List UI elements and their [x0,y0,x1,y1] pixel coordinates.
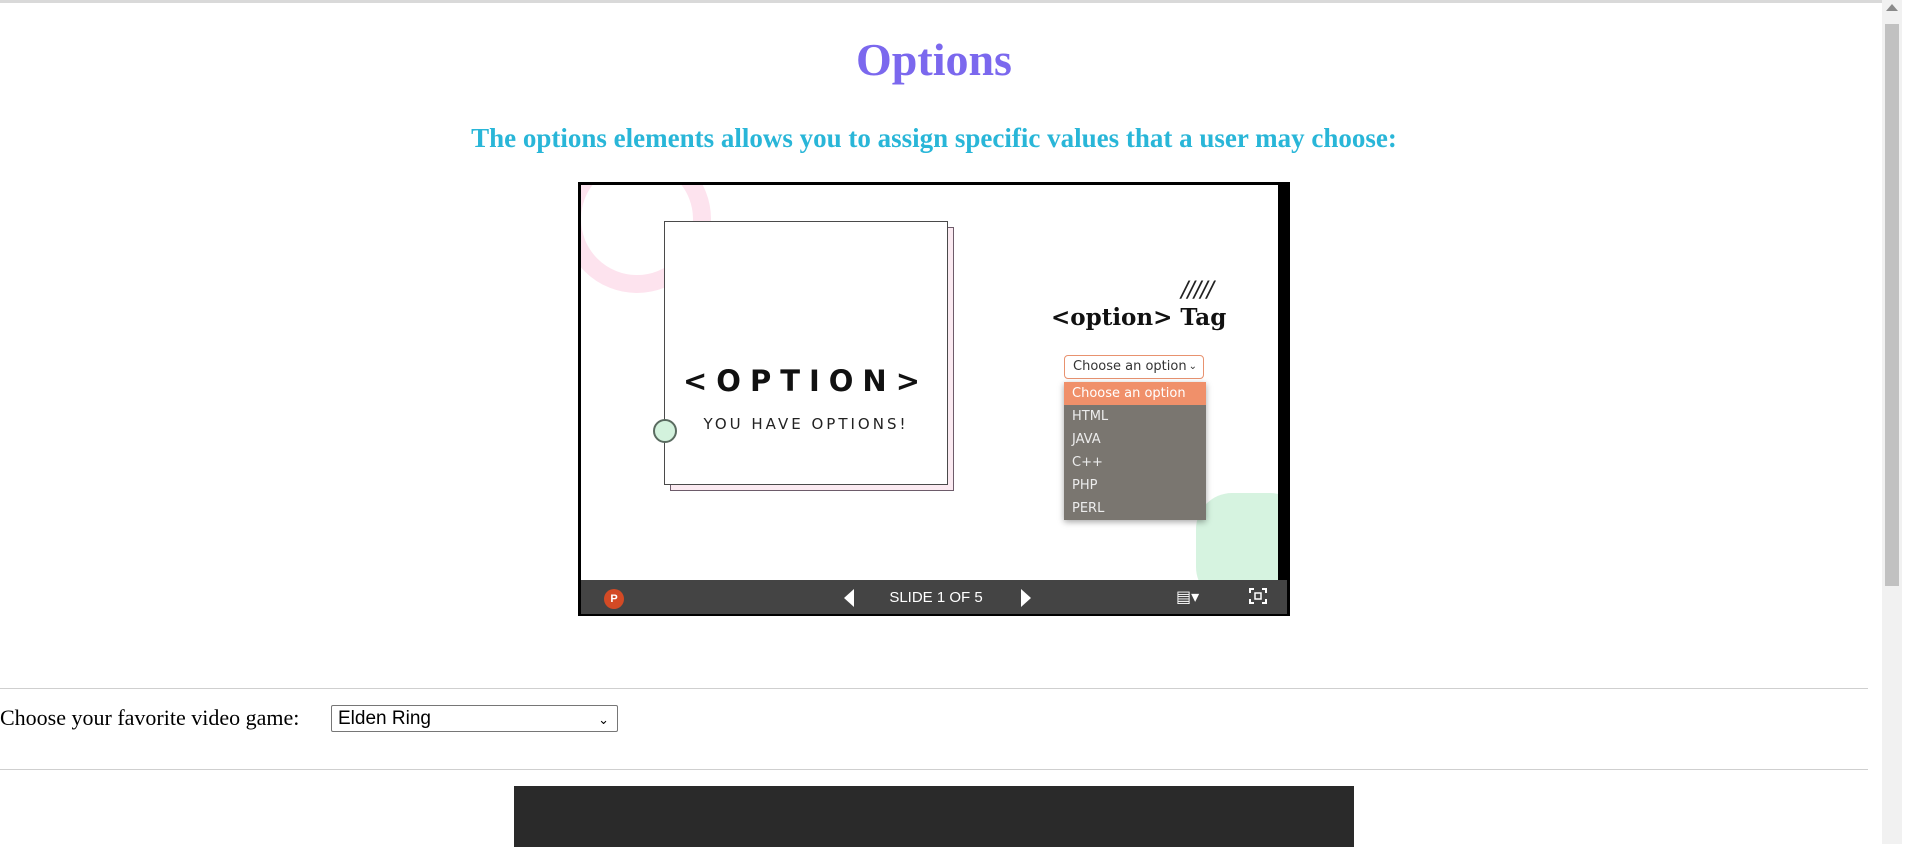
tag-heading: <option> Tag [1051,304,1227,331]
chevron-down-icon: ⌄ [1188,361,1197,372]
option-item: HTML [1072,409,1109,424]
scroll-thumb[interactable] [1885,24,1899,586]
decorative-slashes: ///// [1181,278,1214,303]
divider [0,688,1868,689]
title-card: <OPTION> YOU HAVE OPTIONS! [664,221,948,485]
decorative-blob [1196,493,1278,580]
page-subtitle: The options elements allows you to assig… [471,123,1397,153]
page-title: Options [856,34,1012,85]
decorative-dot [653,419,677,443]
page-content: Options The options elements allows you … [0,3,1882,847]
example-select: Choose an option ⌄ [1064,355,1204,379]
fullscreen-icon[interactable] [1249,588,1267,604]
example-option-list: Choose an option HTML JAVA C++ PHP PERL [1064,382,1206,520]
option-item: C++ [1072,455,1103,470]
powerpoint-icon[interactable]: P [604,589,624,609]
option-item: PERL [1072,501,1105,516]
slide-viewer[interactable]: <OPTION> YOU HAVE OPTIONS! ///// <option… [578,182,1290,616]
option-item: PHP [1072,478,1098,493]
slide-canvas: <OPTION> YOU HAVE OPTIONS! ///// <option… [581,185,1278,580]
option-item: JAVA [1072,432,1101,447]
card-title: <OPTION> [683,364,929,398]
vertical-scrollbar[interactable] [1882,0,1902,844]
notes-icon[interactable]: ▤▾ [1176,587,1199,607]
video-game-select[interactable]: Elden Ring ⌄ [331,705,618,732]
video-game-select-value: Elden Ring [338,708,431,729]
window-edge [1902,0,1920,844]
option-item: Choose an option [1064,382,1206,405]
example-select-value: Choose an option [1073,359,1187,374]
embedded-video[interactable] [514,786,1354,847]
game-select-label: Choose your favorite video game: [0,705,300,730]
scroll-up-icon[interactable] [1886,4,1898,11]
card-subtitle: YOU HAVE OPTIONS! [703,415,909,433]
slide-counter: SLIDE 1 OF 5 [889,589,983,606]
chevron-down-icon: ⌄ [598,712,609,727]
divider [0,769,1868,770]
next-slide-icon[interactable] [1021,589,1031,607]
prev-slide-icon[interactable] [844,589,854,607]
viewer-toolbar: P SLIDE 1 OF 5 ▤▾ [581,580,1287,614]
